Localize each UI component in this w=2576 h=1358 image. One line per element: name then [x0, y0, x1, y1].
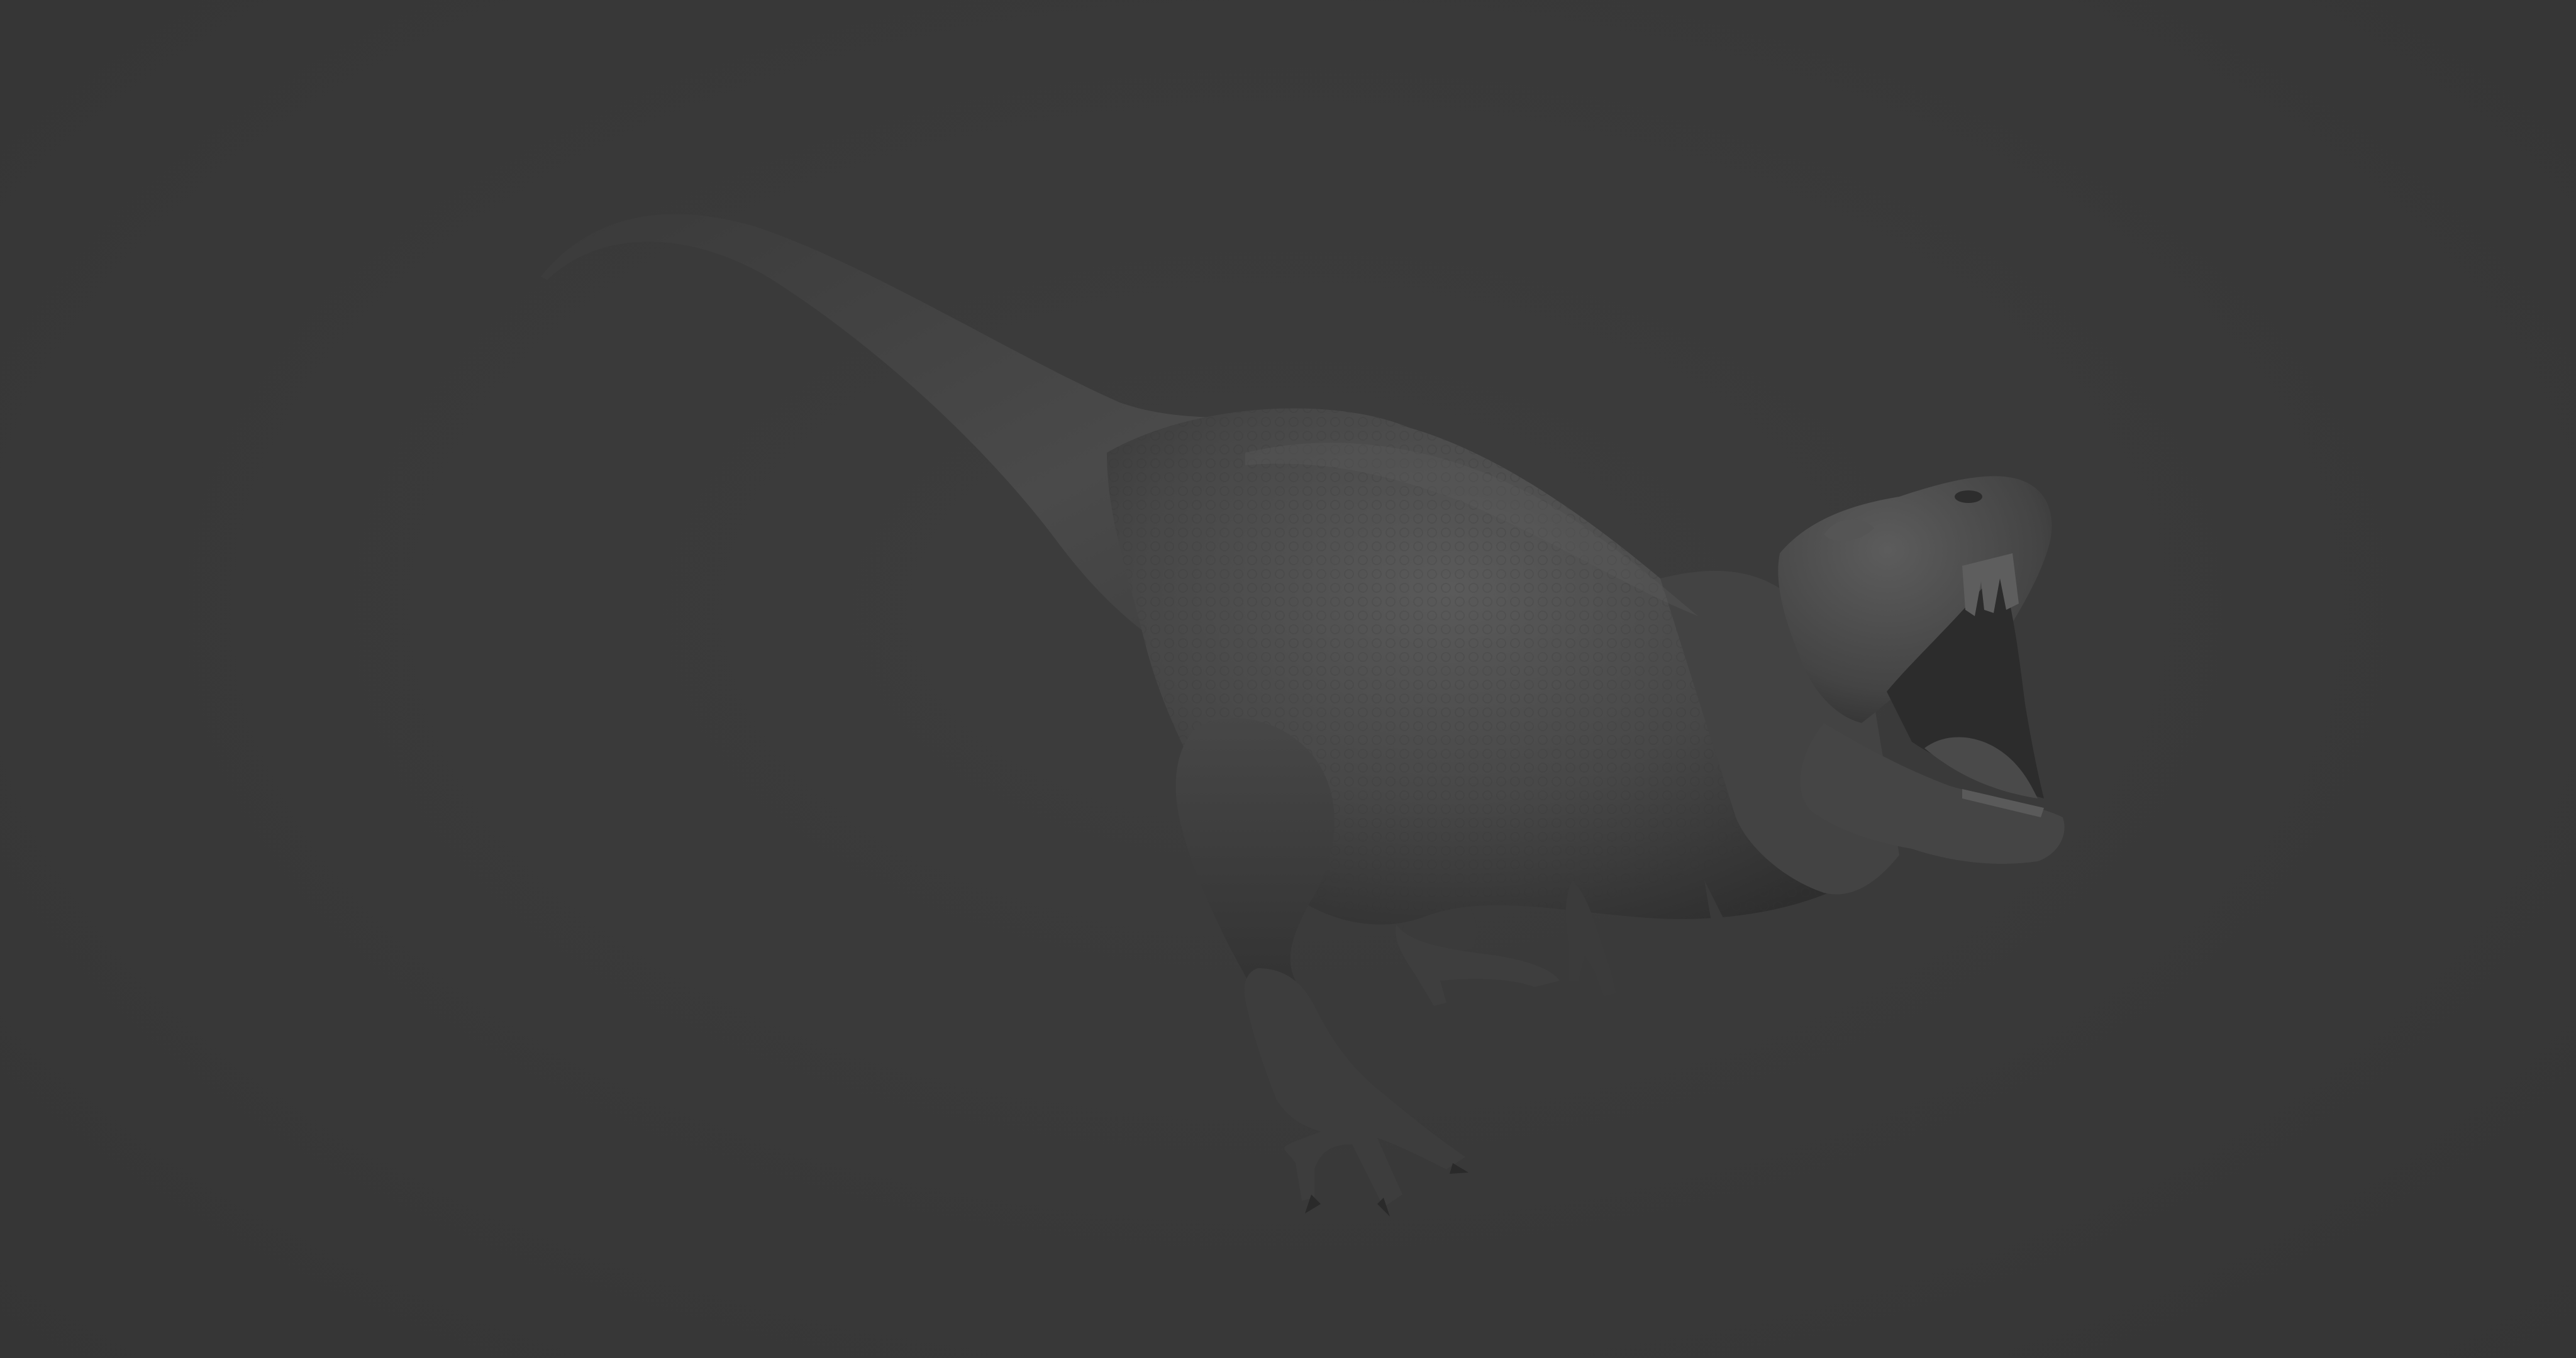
head [1778, 476, 2065, 864]
3d-viewport[interactable] [0, 0, 2576, 1358]
near-foot [1244, 968, 1465, 1207]
near-thigh [1175, 718, 1335, 987]
tyrannosaurus-sculpt[interactable] [0, 0, 2576, 1358]
claw [1450, 1163, 1468, 1174]
